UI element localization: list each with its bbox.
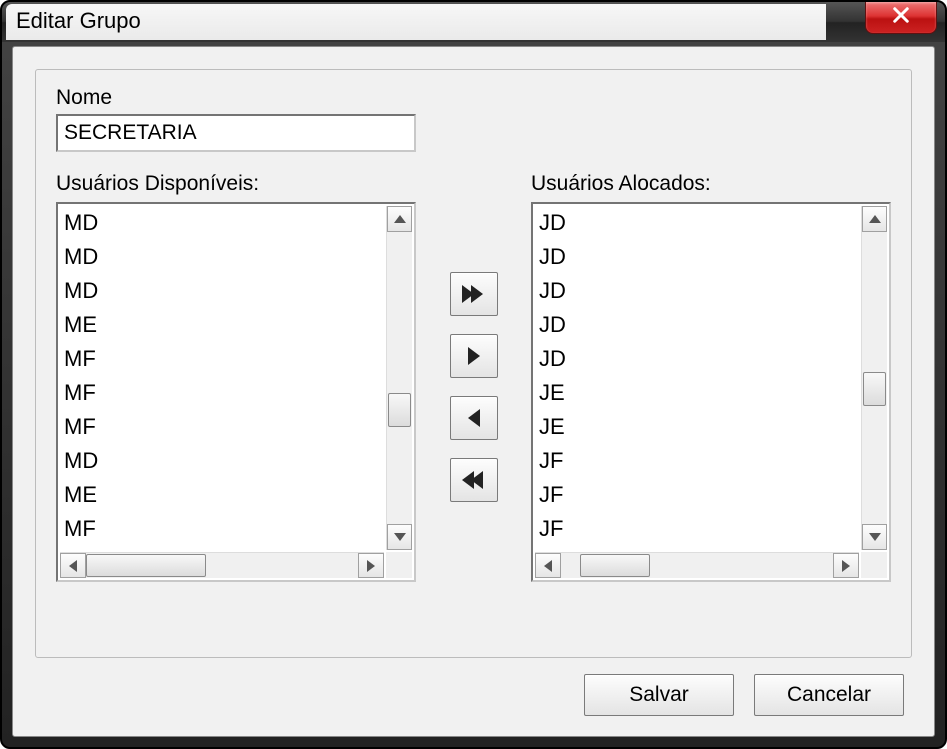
list-item[interactable]: JD	[537, 274, 859, 308]
available-column: Usuários Disponíveis: MDMDMDMEMFMFMFMDME…	[56, 172, 429, 582]
list-item[interactable]: JD	[537, 240, 859, 274]
scroll-right-button[interactable]	[833, 553, 859, 578]
allocated-label: Usuários Alocados:	[531, 172, 891, 196]
list-item[interactable]: MF	[62, 342, 384, 376]
allocated-vertical-scrollbar[interactable]	[861, 206, 887, 550]
scroll-down-button[interactable]	[862, 524, 887, 550]
scroll-track[interactable]	[862, 232, 887, 524]
available-horizontal-scrollbar[interactable]	[60, 552, 384, 578]
double-chevron-left-icon	[465, 471, 483, 489]
list-item[interactable]: MD	[62, 444, 384, 478]
dialog-window: Editar Grupo Nome Usuários Disponíveis: …	[0, 0, 947, 749]
name-label: Nome	[56, 86, 891, 110]
scroll-thumb[interactable]	[388, 393, 411, 427]
scroll-left-button[interactable]	[535, 553, 561, 578]
scroll-up-button[interactable]	[387, 206, 412, 232]
client-area: Nome Usuários Disponíveis: MDMDMDMEMFMFM…	[12, 46, 935, 737]
chevron-right-icon	[842, 560, 850, 572]
scroll-track[interactable]	[86, 553, 358, 578]
list-item[interactable]: JD	[537, 308, 859, 342]
available-label: Usuários Disponíveis:	[56, 172, 429, 196]
close-button[interactable]	[865, 2, 937, 34]
chevron-left-icon	[544, 560, 552, 572]
scroll-corner	[861, 552, 887, 578]
list-item[interactable]: JF	[537, 444, 859, 478]
move-right-button[interactable]	[450, 334, 498, 378]
list-item[interactable]: MF	[62, 410, 384, 444]
list-item[interactable]: JF	[537, 512, 859, 546]
chevron-right-icon	[367, 560, 375, 572]
list-item[interactable]: MF	[62, 376, 384, 410]
scroll-track[interactable]	[387, 232, 412, 524]
scroll-corner	[386, 552, 412, 578]
allocated-horizontal-scrollbar[interactable]	[535, 552, 859, 578]
list-item[interactable]: JD	[537, 206, 859, 240]
scroll-thumb[interactable]	[580, 554, 650, 577]
scroll-left-button[interactable]	[60, 553, 86, 578]
list-item[interactable]: MF	[62, 512, 384, 546]
list-item[interactable]: ME	[62, 308, 384, 342]
transfer-buttons	[429, 272, 519, 502]
save-button[interactable]: Salvar	[584, 674, 734, 716]
scroll-track[interactable]	[561, 553, 833, 578]
chevron-up-icon	[394, 215, 406, 223]
form-panel: Nome Usuários Disponíveis: MDMDMDMEMFMFM…	[35, 69, 912, 658]
list-item[interactable]: MD	[62, 206, 384, 240]
double-chevron-right-icon	[465, 285, 483, 303]
scroll-thumb[interactable]	[86, 554, 206, 577]
cancel-button[interactable]: Cancelar	[754, 674, 904, 716]
move-left-button[interactable]	[450, 396, 498, 440]
close-icon	[891, 5, 911, 31]
move-all-left-button[interactable]	[450, 458, 498, 502]
list-item[interactable]: JE	[537, 376, 859, 410]
list-item[interactable]: JF	[537, 478, 859, 512]
list-item[interactable]: MD	[62, 274, 384, 308]
list-item[interactable]: JE	[537, 410, 859, 444]
available-vertical-scrollbar[interactable]	[386, 206, 412, 550]
allocated-listbox[interactable]: JDJDJDJDJDJEJEJFJFJF	[531, 202, 891, 582]
name-input[interactable]	[56, 114, 416, 152]
list-item[interactable]: MD	[62, 240, 384, 274]
scroll-up-button[interactable]	[862, 206, 887, 232]
scroll-thumb[interactable]	[863, 372, 886, 406]
chevron-up-icon	[869, 215, 881, 223]
chevron-down-icon	[394, 533, 406, 541]
scroll-right-button[interactable]	[358, 553, 384, 578]
chevron-left-icon	[468, 409, 480, 427]
titlebar: Editar Grupo	[2, 2, 945, 42]
move-all-right-button[interactable]	[450, 272, 498, 316]
window-title: Editar Grupo	[16, 8, 141, 34]
dialog-button-row: Salvar Cancelar	[584, 674, 904, 716]
chevron-down-icon	[869, 533, 881, 541]
list-item[interactable]: JD	[537, 342, 859, 376]
allocated-column: Usuários Alocados: JDJDJDJDJDJEJEJFJFJF	[519, 172, 892, 582]
chevron-right-icon	[468, 347, 480, 365]
chevron-left-icon	[69, 560, 77, 572]
available-listbox[interactable]: MDMDMDMEMFMFMFMDMEMF	[56, 202, 416, 582]
list-item[interactable]: ME	[62, 478, 384, 512]
scroll-down-button[interactable]	[387, 524, 412, 550]
